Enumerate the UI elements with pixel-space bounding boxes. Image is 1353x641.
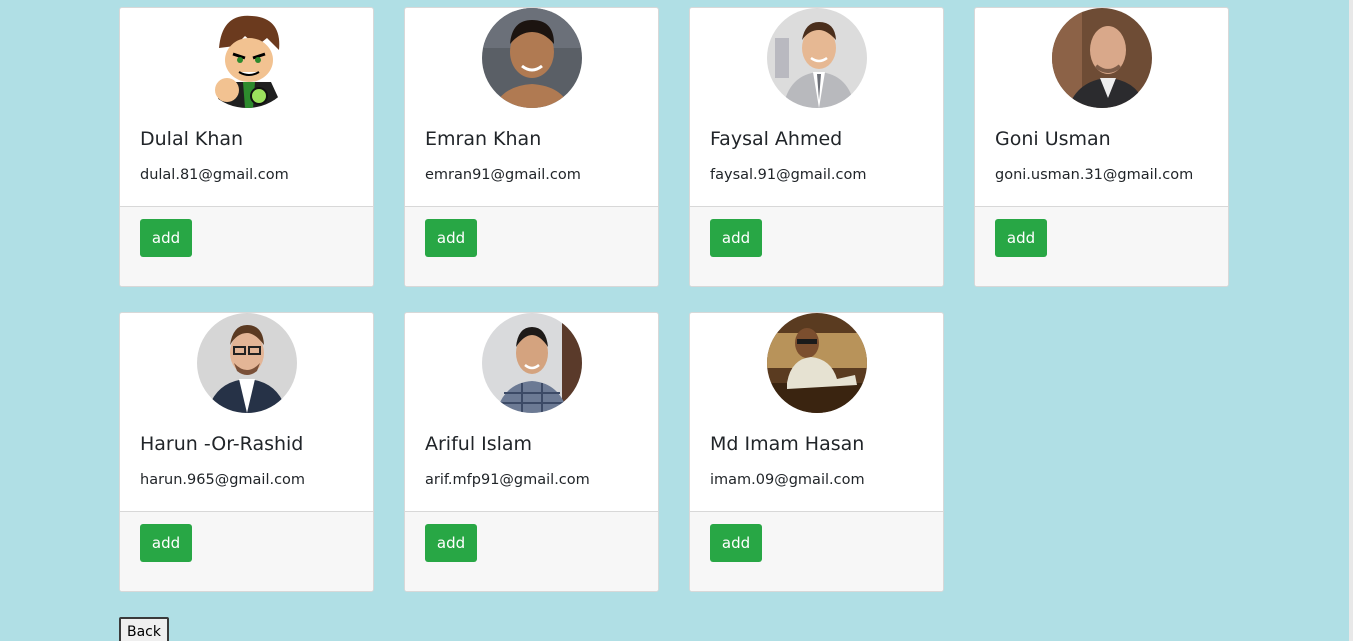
card-body: Ariful Islam arif.mfp91@gmail.com (405, 313, 658, 513)
card-body: Goni Usman goni.usman.31@gmail.com (975, 8, 1228, 208)
cartoon-avatar-icon (197, 8, 297, 108)
add-button[interactable]: add (425, 219, 477, 257)
add-button[interactable]: add (140, 219, 192, 257)
user-photo-icon (482, 313, 582, 413)
user-card: Emran Khan emran91@gmail.com add (404, 7, 659, 287)
user-photo-icon (1052, 8, 1152, 108)
user-name: Md Imam Hasan (710, 433, 865, 455)
user-name: Goni Usman (995, 128, 1111, 150)
user-name: Emran Khan (425, 128, 542, 150)
user-photo-icon (197, 313, 297, 413)
user-name: Ariful Islam (425, 433, 533, 455)
add-button[interactable]: add (425, 524, 477, 562)
card-footer: add (120, 511, 373, 591)
card-footer: add (120, 206, 373, 286)
user-card: Harun -Or-Rashid harun.965@gmail.com add (119, 312, 374, 592)
user-email: harun.965@gmail.com (140, 472, 306, 488)
user-email: dulal.81@gmail.com (140, 167, 289, 183)
user-photo-icon (767, 8, 867, 108)
scrollbar[interactable] (1349, 0, 1353, 641)
page: Dulal Khan dulal.81@gmail.com add Emran … (0, 0, 1353, 641)
card-body: Md Imam Hasan imam.09@gmail.com (690, 313, 943, 513)
user-email: emran91@gmail.com (425, 167, 581, 183)
user-card: Ariful Islam arif.mfp91@gmail.com add (404, 312, 659, 592)
card-footer: add (405, 206, 658, 286)
user-email: goni.usman.31@gmail.com (995, 167, 1194, 183)
add-button[interactable]: add (710, 219, 762, 257)
card-footer: add (975, 206, 1228, 286)
card-body: Harun -Or-Rashid harun.965@gmail.com (120, 313, 373, 513)
add-button[interactable]: add (995, 219, 1047, 257)
card-body: Faysal Ahmed faysal.91@gmail.com (690, 8, 943, 208)
card-body: Dulal Khan dulal.81@gmail.com (120, 8, 373, 208)
user-card-grid: Dulal Khan dulal.81@gmail.com add Emran … (119, 7, 1229, 592)
user-card: Dulal Khan dulal.81@gmail.com add (119, 7, 374, 287)
user-email: faysal.91@gmail.com (710, 167, 867, 183)
card-footer: add (405, 511, 658, 591)
user-name: Harun -Or-Rashid (140, 433, 304, 455)
user-photo-icon (767, 313, 867, 413)
user-email: arif.mfp91@gmail.com (425, 472, 590, 488)
user-card: Faysal Ahmed faysal.91@gmail.com add (689, 7, 944, 287)
user-photo-icon (482, 8, 582, 108)
card-footer: add (690, 206, 943, 286)
user-card: Goni Usman goni.usman.31@gmail.com add (974, 7, 1229, 287)
add-button[interactable]: add (710, 524, 762, 562)
back-button[interactable]: Back (119, 617, 169, 641)
card-footer: add (690, 511, 943, 591)
card-body: Emran Khan emran91@gmail.com (405, 8, 658, 208)
user-card: Md Imam Hasan imam.09@gmail.com add (689, 312, 944, 592)
user-name: Faysal Ahmed (710, 128, 843, 150)
user-name: Dulal Khan (140, 128, 244, 150)
user-email: imam.09@gmail.com (710, 472, 865, 488)
add-button[interactable]: add (140, 524, 192, 562)
